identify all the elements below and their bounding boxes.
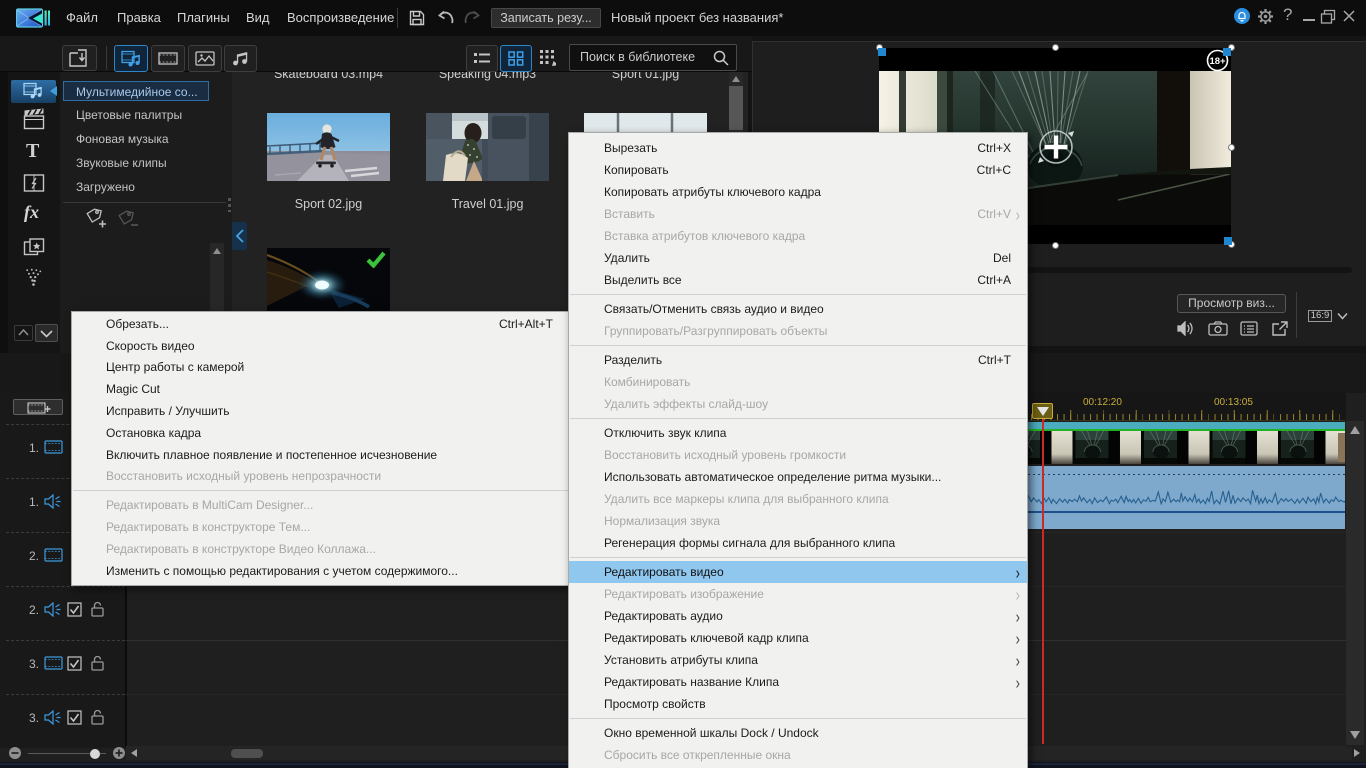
- svg-text:18+: 18+: [1209, 56, 1226, 67]
